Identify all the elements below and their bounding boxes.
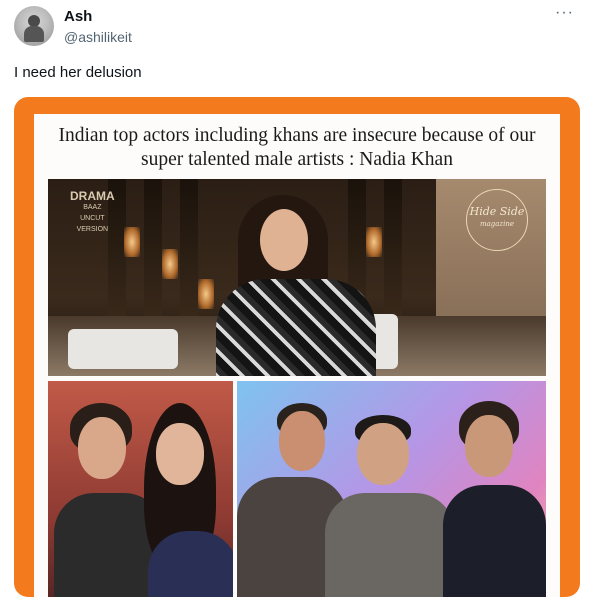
media-headline: Indian top actors including khans are in… <box>58 125 536 170</box>
actors-photo-right <box>237 381 546 597</box>
more-options-icon[interactable]: ··· <box>555 4 574 22</box>
sofa-cushion <box>68 329 178 369</box>
wall-lamp <box>198 279 214 309</box>
tweet-media[interactable]: Indian top actors including khans are in… <box>14 97 580 597</box>
drama-logo-text: DRAMA <box>70 189 115 203</box>
hideside-logo: Hide Side magazine <box>466 189 528 251</box>
uncut-label: UNCUT <box>80 215 105 222</box>
wall-lamp <box>366 227 382 257</box>
drama-logo-sub: BAAZ <box>83 204 102 211</box>
avatar[interactable] <box>14 6 54 46</box>
hideside-logo-sub: magazine <box>479 220 515 228</box>
wall-slat <box>384 179 402 329</box>
version-label: VERSION <box>76 226 109 233</box>
tweet-text: I need her delusion <box>14 64 142 81</box>
wall-lamp <box>162 249 178 279</box>
drama-baaz-logo: DRAMA BAAZ UNCUT VERSION <box>70 189 115 235</box>
avatar-torso <box>24 26 44 42</box>
actors-photo-left <box>48 381 233 597</box>
host-face <box>260 209 308 271</box>
display-name[interactable]: Ash <box>64 8 92 25</box>
wall-slat <box>144 179 162 329</box>
interview-photo: DRAMA BAAZ UNCUT VERSION Hide Side magaz… <box>48 179 546 376</box>
wall-lamp <box>124 227 140 257</box>
media-card: Indian top actors including khans are in… <box>34 114 560 597</box>
host-outfit <box>216 279 376 376</box>
user-handle[interactable]: @ashilikeit <box>64 29 132 45</box>
wall-slat <box>180 179 198 329</box>
hideside-logo-text: Hide Side <box>469 205 525 218</box>
